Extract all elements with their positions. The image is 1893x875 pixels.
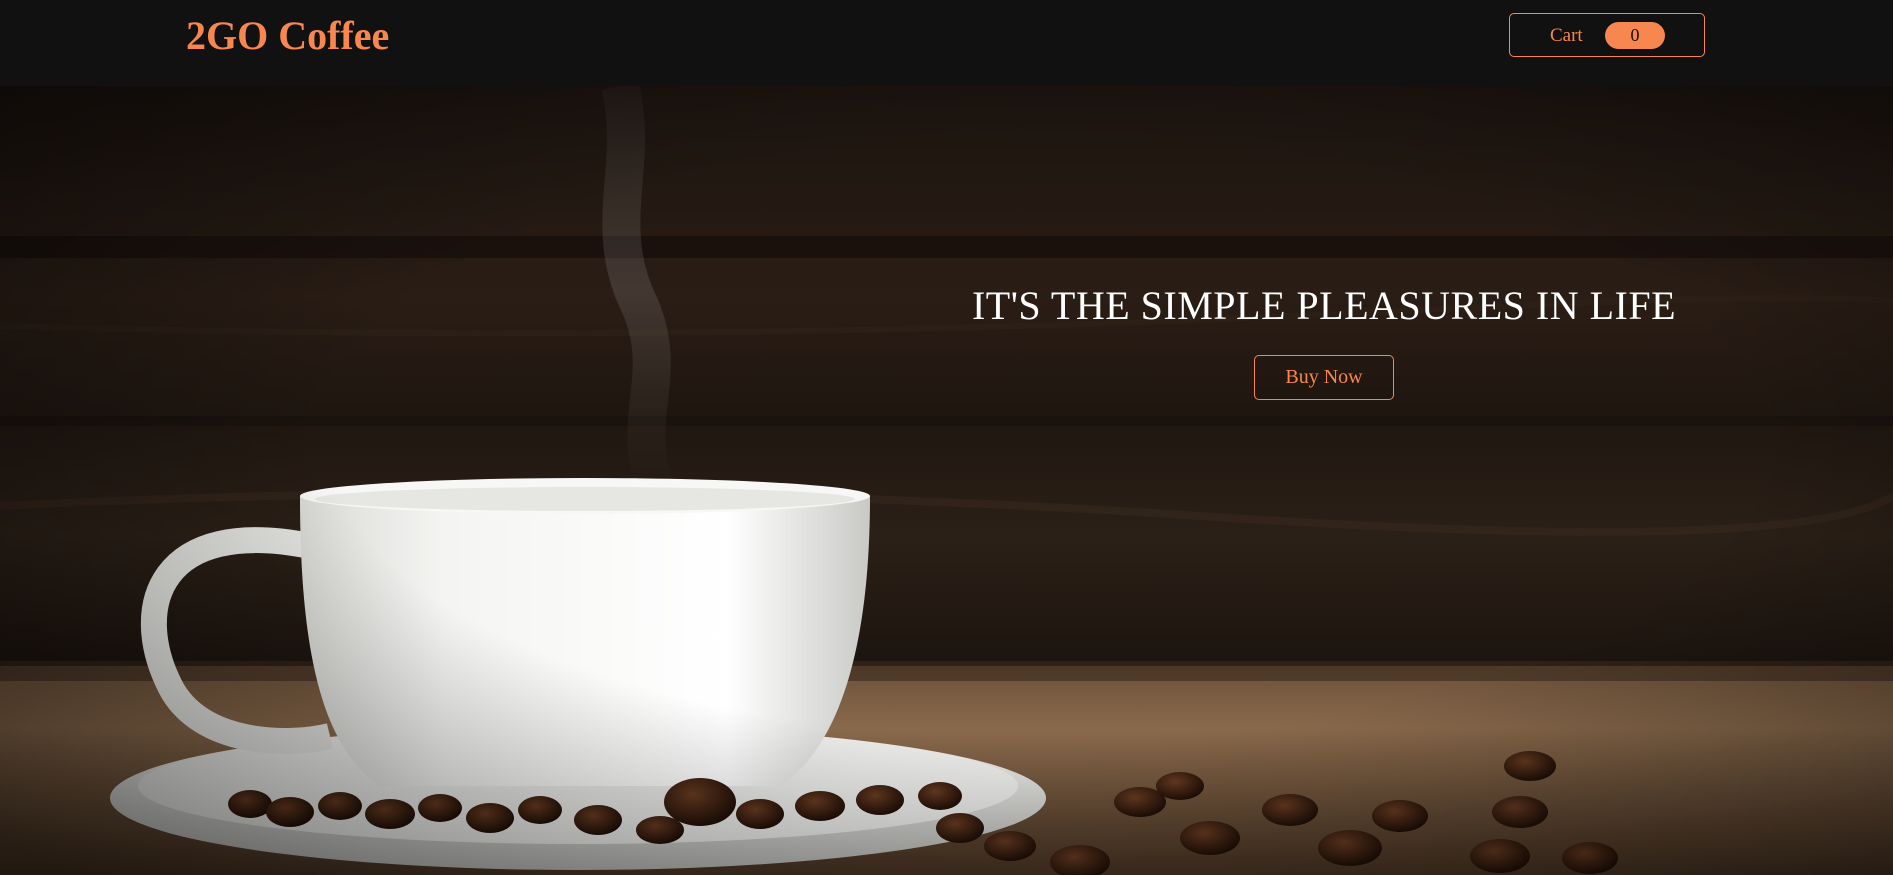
cart-button[interactable]: Cart 0 bbox=[1509, 13, 1705, 57]
hero-section: IT'S THE SIMPLE PLEASURES IN LIFE Buy No… bbox=[0, 86, 1893, 875]
hero-headline: IT'S THE SIMPLE PLEASURES IN LIFE bbox=[971, 283, 1677, 328]
brand-logo[interactable]: 2GO Coffee bbox=[186, 12, 389, 59]
buy-now-button[interactable]: Buy Now bbox=[1254, 355, 1394, 400]
cart-count-badge: 0 bbox=[1605, 22, 1665, 49]
cart-label: Cart bbox=[1550, 25, 1583, 46]
top-navbar: 2GO Coffee Cart 0 bbox=[0, 0, 1893, 86]
hero-background-image bbox=[0, 86, 1893, 875]
